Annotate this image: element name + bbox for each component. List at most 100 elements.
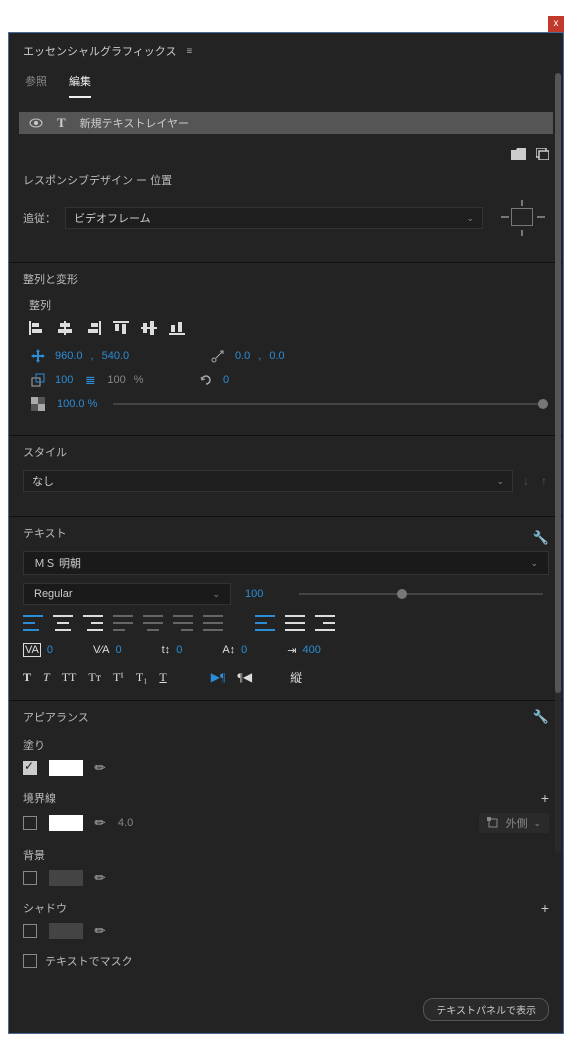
font-family-dropdown[interactable]: ＭＳ 明朝 ⌄ (23, 551, 549, 575)
mask-checkbox[interactable] (23, 954, 37, 968)
align-right-icon[interactable] (85, 321, 101, 335)
panel-tabs: 参照 編集 (9, 65, 563, 98)
opacity-icon (29, 397, 47, 411)
wrench-icon[interactable]: 🔧 (533, 530, 549, 546)
stroke-position-dropdown[interactable]: 外側 ⌄ (479, 813, 549, 833)
text-justify-center-icon[interactable] (143, 615, 163, 631)
shadow-checkbox[interactable] (23, 924, 37, 938)
opacity-slider[interactable] (113, 403, 543, 405)
fill-label: 塗り (23, 737, 45, 753)
fill-checkbox[interactable] (23, 761, 37, 775)
text-justify-right-icon[interactable] (173, 615, 193, 631)
text-justify-left-icon[interactable] (113, 615, 133, 631)
tsume-icon: ⇥ (287, 644, 296, 657)
essential-graphics-panel: エッセンシャルグラフィックス ≡ 参照 編集 T 新規テキストレイヤー レスポン… (8, 32, 564, 1034)
text-title: テキスト (23, 525, 67, 541)
follow-dropdown[interactable]: ビデオフレーム ⌄ (65, 207, 483, 229)
align-left-icon[interactable] (29, 321, 45, 335)
layer-row[interactable]: T 新規テキストレイヤー (19, 112, 553, 134)
shadow-label: シャドウ (23, 900, 67, 916)
style-up-button[interactable]: ↑ (539, 474, 549, 488)
window-close-button[interactable]: x (548, 16, 564, 32)
move-icon (29, 349, 47, 363)
all-caps-icon[interactable]: TT (62, 670, 77, 685)
style-title: スタイル (23, 444, 549, 460)
wrench-icon[interactable]: 🔧 (533, 709, 549, 725)
vert-align-top-icon[interactable] (255, 615, 275, 631)
text-align-center-icon[interactable] (53, 615, 73, 631)
shadow-color-swatch[interactable] (49, 923, 83, 939)
tategaki-icon[interactable]: 縦 (290, 669, 302, 686)
ltr-icon[interactable]: ▶¶ (211, 670, 226, 685)
position-x[interactable]: 960.0 (55, 350, 83, 362)
panel-header: エッセンシャルグラフィックス ≡ (9, 33, 563, 65)
rotation-value[interactable]: 0 (223, 374, 229, 386)
layer-actions (9, 134, 563, 164)
tsume-value[interactable]: 400 (303, 644, 321, 656)
superscript-icon[interactable]: T¹ (113, 670, 124, 685)
underline-icon[interactable]: T (159, 670, 166, 685)
follow-label: 追従： (23, 210, 57, 226)
stroke-checkbox[interactable] (23, 816, 37, 830)
show-text-panel-button[interactable]: テキストパネルで表示 (423, 998, 549, 1021)
style-down-button[interactable]: ↓ (521, 474, 531, 488)
tracking-value[interactable]: 0 (47, 644, 53, 656)
background-color-swatch[interactable] (49, 870, 83, 886)
font-size-slider[interactable] (299, 593, 543, 595)
anchor-y[interactable]: 0.0 (269, 350, 284, 362)
baseline-value[interactable]: 0 (241, 644, 247, 656)
font-weight-dropdown[interactable]: Regular ⌄ (23, 583, 231, 605)
folder-icon[interactable] (511, 148, 526, 160)
align-center-h-icon[interactable] (57, 321, 73, 335)
text-align-right-icon[interactable] (83, 615, 103, 631)
font-size-value[interactable]: 100 (245, 588, 279, 600)
tab-edit[interactable]: 編集 (69, 73, 91, 98)
background-checkbox[interactable] (23, 871, 37, 885)
text-align-left-icon[interactable] (23, 615, 43, 631)
follow-value: ビデオフレーム (74, 210, 151, 226)
tab-browse[interactable]: 参照 (25, 73, 47, 98)
add-stroke-button[interactable]: + (541, 790, 549, 806)
layer-name: 新規テキストレイヤー (80, 115, 189, 131)
eyedropper-icon[interactable]: ✎ (91, 921, 110, 940)
font-family-value: ＭＳ 明朝 (34, 555, 81, 571)
scrollbar[interactable] (555, 73, 561, 853)
stroke-width-value[interactable]: 4.0 (118, 817, 133, 829)
leading-value[interactable]: 0 (176, 644, 182, 656)
fill-color-swatch[interactable] (49, 760, 83, 776)
opacity-value[interactable]: 100.0 % (57, 398, 97, 410)
text-justify-all-icon[interactable] (203, 615, 223, 631)
faux-italic-icon[interactable]: T (43, 670, 50, 685)
stroke-color-swatch[interactable] (49, 815, 83, 831)
kerning-value[interactable]: 0 (116, 644, 122, 656)
font-weight-value: Regular (34, 588, 73, 600)
eyedropper-icon[interactable]: ✎ (91, 758, 110, 777)
scale-value[interactable]: 100 (55, 374, 73, 386)
eyedropper-icon[interactable]: ✎ (91, 813, 110, 832)
panel-menu-icon[interactable]: ≡ (186, 46, 192, 57)
anchor-x[interactable]: 0.0 (235, 350, 250, 362)
new-item-icon[interactable] (536, 148, 549, 160)
vert-align-bot-icon[interactable] (315, 615, 335, 631)
align-transform-title: 整列と変形 (23, 271, 549, 287)
position-y[interactable]: 540.0 (102, 350, 130, 362)
align-bottom-icon[interactable] (169, 321, 185, 335)
pin-widget[interactable] (497, 198, 549, 238)
scrollbar-thumb[interactable] (555, 73, 561, 693)
opacity-row: 100.0 % (29, 397, 549, 411)
align-center-v-icon[interactable] (141, 321, 157, 335)
scale-icon (29, 373, 47, 387)
link-scale-icon[interactable]: 𝌆 (81, 374, 99, 387)
kerning-icon: V⁄A (93, 644, 110, 656)
rtl-icon[interactable]: ¶◀ (237, 670, 252, 685)
add-shadow-button[interactable]: + (541, 900, 549, 916)
style-dropdown[interactable]: なし ⌄ (23, 470, 513, 492)
visibility-icon[interactable] (29, 118, 43, 128)
small-caps-icon[interactable]: Tᴛ (88, 670, 101, 685)
vert-align-mid-icon[interactable] (285, 615, 305, 631)
faux-bold-icon[interactable]: T (23, 670, 31, 685)
align-top-icon[interactable] (113, 321, 129, 335)
eyedropper-icon[interactable]: ✎ (91, 868, 110, 887)
position-row: 960.0 , 540.0 0.0 , 0.0 (29, 349, 549, 363)
subscript-icon[interactable]: T₁ (136, 670, 148, 685)
